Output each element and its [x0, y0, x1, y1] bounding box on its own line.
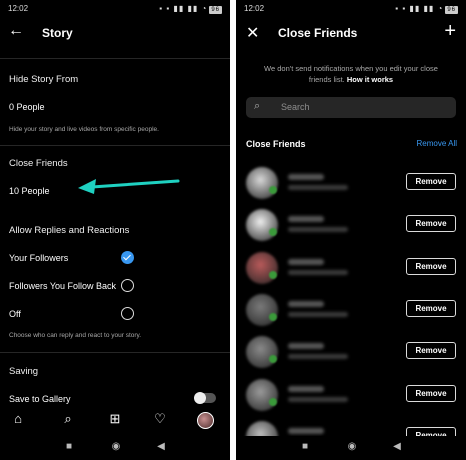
status-time: 12:02 — [244, 4, 265, 13]
status-bar: 12:02 ▪ ▪ ▮▮ ▮▮ ◔ 96 — [236, 0, 466, 16]
radio-followers-you-follow-back[interactable] — [121, 279, 134, 292]
friend-username-blurred — [288, 385, 324, 392]
status-bar: 12:02 ▪ ▪ ▮▮ ▮▮ ◔ 96 — [0, 0, 230, 16]
close-friend-badge-icon — [269, 397, 277, 406]
friend-row: Remove — [236, 333, 466, 375]
option-followers-you-follow-back[interactable]: Followers You Follow Back — [9, 281, 116, 291]
friend-fullname-blurred — [288, 269, 348, 275]
friend-avatar[interactable] — [246, 336, 278, 369]
friend-avatar[interactable] — [246, 209, 278, 242]
back-triangle-icon[interactable]: ◀ — [390, 441, 404, 452]
friend-fullname-blurred — [288, 185, 348, 190]
home-circle-icon[interactable]: ◉ — [345, 441, 359, 452]
friend-row: Remove — [236, 291, 466, 333]
hide-story-heading: Hide Story From — [9, 74, 79, 85]
page-title: Close Friends — [278, 26, 358, 40]
back-arrow-icon[interactable]: ← — [8, 22, 24, 40]
close-friends-screen: 12:02 ▪ ▪ ▮▮ ▮▮ ◔ 96 ✕ Close Friends + We… — [236, 0, 466, 460]
divider — [0, 58, 230, 59]
friend-fullname-blurred — [288, 311, 348, 317]
remove-all-button[interactable]: Remove All — [417, 139, 457, 148]
close-friends-value[interactable]: 10 People — [9, 186, 50, 196]
close-friends-heading: Close Friends — [9, 158, 68, 169]
friend-fullname-blurred — [288, 227, 348, 233]
divider — [0, 145, 230, 146]
back-triangle-icon[interactable]: ◀ — [154, 441, 168, 452]
close-friend-badge-icon — [269, 186, 277, 194]
recents-icon[interactable]: ■ — [62, 441, 76, 452]
radio-your-followers[interactable] — [121, 251, 134, 264]
header: ← Story — [0, 18, 230, 48]
radio-off[interactable] — [121, 307, 134, 320]
remove-button[interactable]: Remove — [406, 173, 456, 190]
save-to-gallery-label: Save to Gallery — [9, 394, 71, 404]
profile-avatar[interactable] — [197, 412, 214, 429]
replies-help: Choose who can reply and react to your s… — [9, 332, 142, 339]
battery-icon: 96 — [209, 6, 222, 14]
option-off[interactable]: Off — [9, 309, 21, 319]
saving-heading: Saving — [9, 366, 39, 377]
hide-story-value[interactable]: 0 People — [9, 102, 45, 112]
friend-avatar[interactable] — [246, 251, 278, 284]
new-post-icon[interactable]: ⊞ — [107, 411, 123, 427]
home-icon[interactable]: ⌂ — [10, 411, 26, 427]
annotation-arrow-icon — [78, 179, 180, 194]
hide-story-help: Hide your story and live videos from spe… — [9, 126, 159, 133]
recents-icon[interactable]: ■ — [298, 441, 312, 452]
close-friend-badge-icon — [269, 228, 277, 237]
battery-icon: 96 — [445, 6, 458, 14]
friend-fullname-blurred — [288, 354, 348, 360]
signal-wifi-icons: ▪ ▪ ▮▮ ▮▮ ◔ — [395, 4, 444, 13]
add-icon[interactable]: + — [444, 20, 456, 43]
heart-icon[interactable]: ♡ — [152, 411, 168, 427]
option-your-followers[interactable]: Your Followers — [9, 253, 68, 263]
search-placeholder: Search — [281, 102, 310, 112]
divider — [0, 352, 230, 353]
story-settings-screen: 12:02 ▪ ▪ ▮▮ ▮▮ ◔ 96 ← Story Hide Story F… — [0, 0, 230, 460]
close-friend-badge-icon — [269, 312, 277, 321]
search-input[interactable]: ⌕ Search — [246, 97, 456, 118]
list-heading: Close Friends — [246, 139, 306, 149]
replies-heading: Allow Replies and Reactions — [9, 225, 130, 236]
friend-row: Remove — [236, 376, 466, 418]
android-nav-bar: ■ ◉ ◀ — [236, 436, 466, 460]
status-time: 12:02 — [8, 4, 29, 13]
friend-avatar[interactable] — [246, 378, 278, 411]
close-friend-badge-icon — [269, 270, 277, 279]
remove-button[interactable]: Remove — [406, 384, 456, 402]
friend-row: Remove — [236, 249, 466, 291]
friend-username-blurred — [288, 300, 324, 307]
friend-username-blurred — [288, 258, 324, 265]
home-circle-icon[interactable]: ◉ — [109, 441, 123, 452]
close-icon[interactable]: ✕ — [246, 23, 259, 43]
friend-row: Remove — [236, 206, 466, 248]
remove-button[interactable]: Remove — [406, 257, 456, 275]
page-title: Story — [42, 26, 73, 40]
android-nav-bar: ■ ◉ ◀ — [0, 436, 230, 460]
bottom-tab-bar: ⌂ ⌕ ⊞ ♡ — [0, 405, 230, 433]
search-icon: ⌕ — [254, 100, 261, 112]
save-to-gallery-toggle[interactable] — [194, 392, 216, 404]
remove-button[interactable]: Remove — [406, 299, 456, 317]
remove-button[interactable]: Remove — [406, 215, 456, 233]
remove-button[interactable]: Remove — [406, 342, 456, 360]
friend-row: Remove — [236, 164, 466, 206]
friend-avatar[interactable] — [246, 293, 278, 326]
signal-wifi-icons: ▪ ▪ ▮▮ ▮▮ ◔ — [159, 4, 208, 13]
close-friend-badge-icon — [269, 355, 277, 364]
friend-username-blurred — [288, 174, 324, 180]
friend-fullname-blurred — [288, 396, 348, 402]
friend-avatar[interactable] — [246, 167, 278, 199]
search-icon[interactable]: ⌕ — [60, 411, 76, 427]
friend-username-blurred — [288, 343, 324, 350]
notice-text: We don't send notifications when you edi… — [264, 64, 438, 84]
how-it-works-link[interactable]: How it works — [347, 75, 393, 84]
friend-username-blurred — [288, 427, 324, 434]
friend-username-blurred — [288, 216, 324, 223]
